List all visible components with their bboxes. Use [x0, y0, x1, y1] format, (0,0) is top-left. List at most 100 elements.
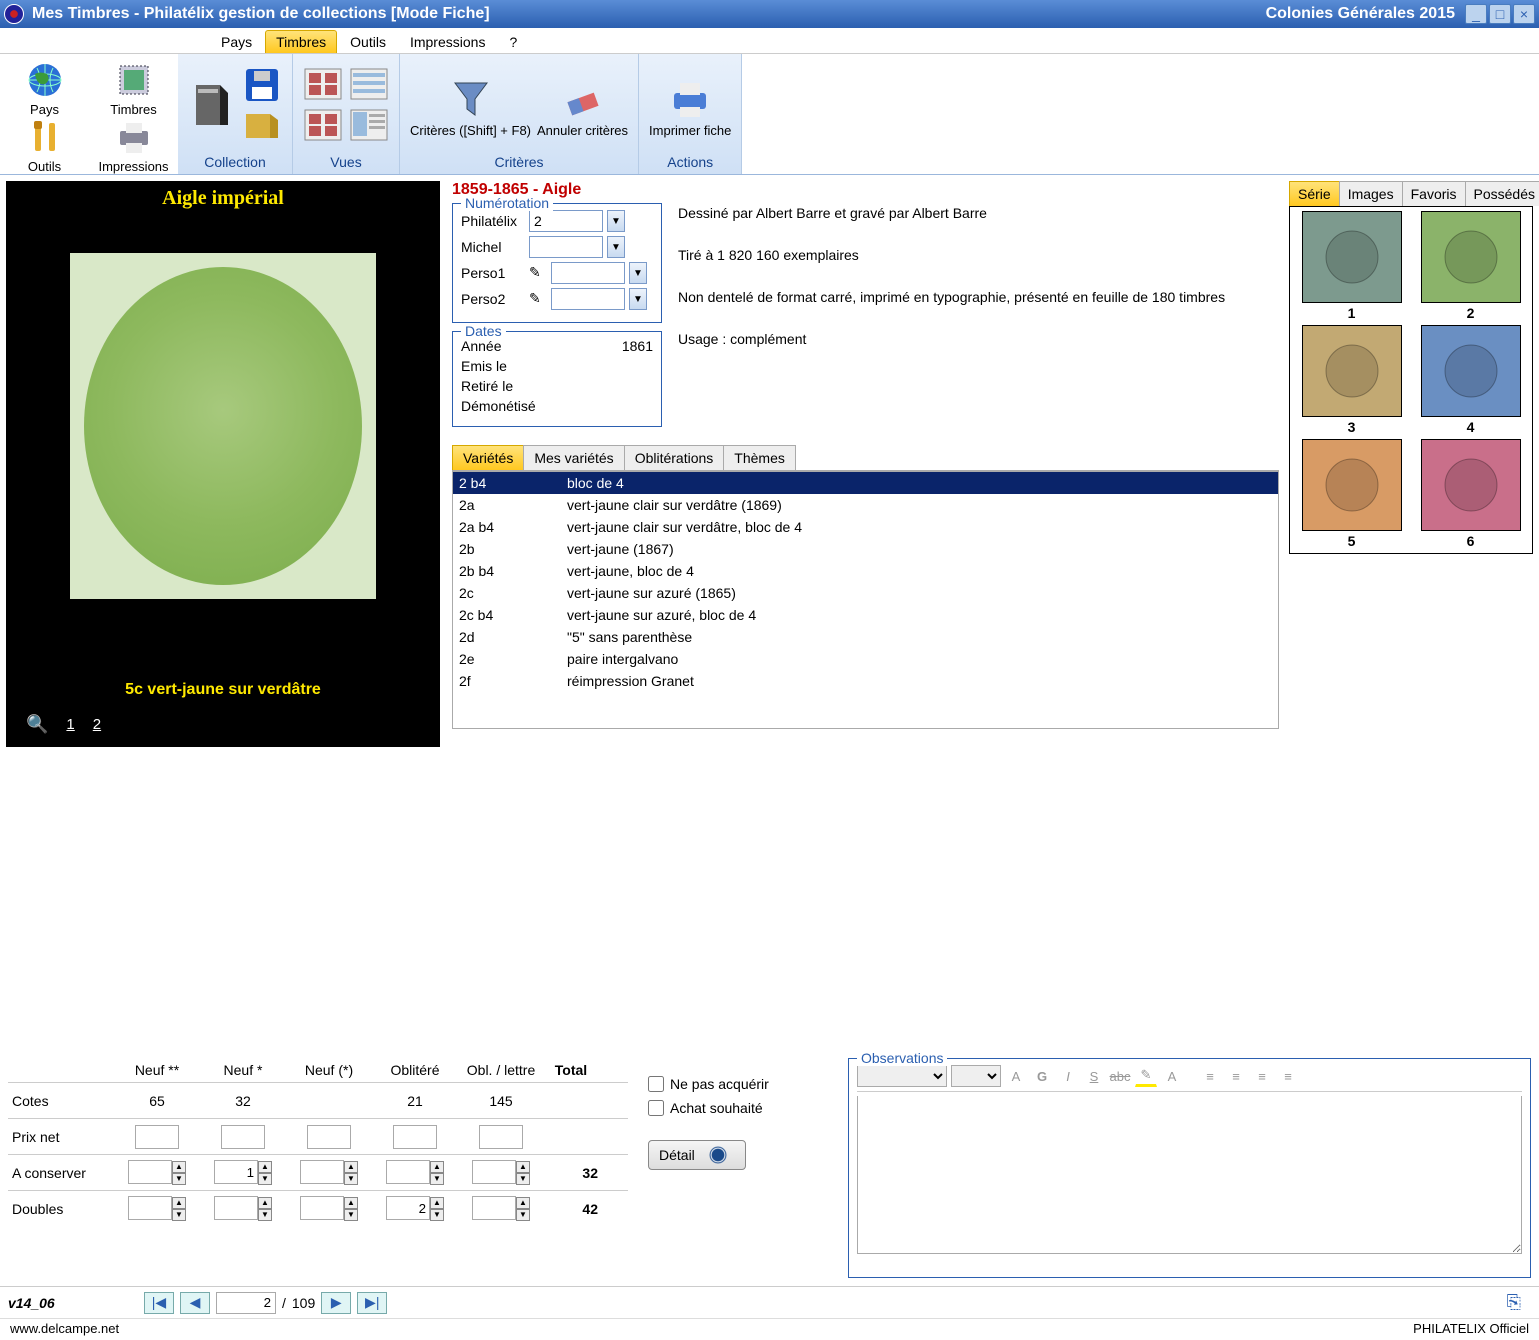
variety-row[interactable]: 2cvert-jaune sur azuré (1865) — [453, 582, 1278, 604]
ribbon-collection-btn1[interactable] — [188, 77, 236, 136]
thumb-cell[interactable]: 1 — [1294, 211, 1409, 321]
ribbon-imprimer-btn[interactable]: Imprimer fiche — [649, 75, 731, 138]
stamp-page-1[interactable]: 1 — [66, 716, 74, 733]
check-achat-box[interactable] — [648, 1100, 664, 1116]
thumb-cell[interactable]: 5 — [1294, 439, 1409, 549]
obs-size-select[interactable] — [951, 1065, 1001, 1087]
value-input[interactable] — [300, 1196, 344, 1220]
subtab-varietes[interactable]: Variétés — [452, 445, 524, 470]
spin-up-icon[interactable]: ▲ — [430, 1197, 444, 1209]
spin-up-icon[interactable]: ▲ — [344, 1161, 358, 1173]
obs-strike-icon[interactable]: abc — [1109, 1065, 1131, 1087]
variety-row[interactable]: 2b b4vert-jaune, bloc de 4 — [453, 560, 1278, 582]
thumb-cell[interactable]: 3 — [1294, 325, 1409, 435]
variety-row[interactable]: 2d"5" sans parenthèse — [453, 626, 1278, 648]
nav-next-button[interactable]: ▶ — [321, 1292, 351, 1314]
minimize-button[interactable]: _ — [1465, 4, 1487, 24]
ribbon-vue-btn1[interactable] — [303, 67, 343, 104]
spin-down-icon[interactable]: ▼ — [172, 1209, 186, 1221]
menu-timbres[interactable]: Timbres — [265, 30, 337, 53]
spin-up-icon[interactable]: ▲ — [344, 1197, 358, 1209]
value-input[interactable] — [472, 1160, 516, 1184]
rtab-serie[interactable]: Série — [1289, 181, 1340, 206]
obs-font-select[interactable] — [857, 1065, 947, 1087]
value-input[interactable] — [393, 1125, 437, 1149]
rtab-images[interactable]: Images — [1339, 181, 1403, 206]
subtab-mesvarietes[interactable]: Mes variétés — [523, 445, 624, 470]
variety-row[interactable]: 2a b4vert-jaune clair sur verdâtre, bloc… — [453, 516, 1278, 538]
variety-row[interactable]: 2 b4bloc de 4 — [453, 472, 1278, 494]
nav-last-button[interactable]: ▶| — [357, 1292, 387, 1314]
value-input[interactable] — [386, 1160, 430, 1184]
rtab-possedes[interactable]: Possédés — [1465, 181, 1539, 206]
num-philatelix-input[interactable] — [529, 210, 603, 232]
nav-first-button[interactable]: |◀ — [144, 1292, 174, 1314]
spin-up-icon[interactable]: ▲ — [258, 1197, 272, 1209]
num-perso2-input[interactable] — [551, 288, 625, 310]
subtab-obliterations[interactable]: Oblitérations — [624, 445, 725, 470]
detail-button[interactable]: Détail — [648, 1140, 746, 1170]
left-timbres[interactable]: Timbres — [89, 60, 178, 117]
value-input[interactable] — [386, 1196, 430, 1220]
ribbon-annuler-btn[interactable]: Annuler critères — [537, 75, 628, 138]
dropdown-icon[interactable]: ▼ — [607, 236, 625, 258]
obs-align-center-icon[interactable]: ≡ — [1225, 1065, 1247, 1087]
spin-down-icon[interactable]: ▼ — [516, 1209, 530, 1221]
spin-up-icon[interactable]: ▲ — [172, 1161, 186, 1173]
obs-underline-icon[interactable]: S — [1083, 1065, 1105, 1087]
close-button[interactable]: × — [1513, 4, 1535, 24]
rtab-favoris[interactable]: Favoris — [1402, 181, 1466, 206]
value-input[interactable] — [214, 1196, 258, 1220]
spin-up-icon[interactable]: ▲ — [430, 1161, 444, 1173]
obs-bold-icon[interactable]: G — [1031, 1065, 1053, 1087]
left-outils[interactable]: Outils — [0, 117, 89, 174]
ribbon-save-btn[interactable] — [242, 67, 282, 106]
dropdown-icon[interactable]: ▼ — [607, 210, 625, 232]
variety-row[interactable]: 2bvert-jaune (1867) — [453, 538, 1278, 560]
magnifier-icon[interactable]: 🔍 — [26, 714, 48, 735]
menu-help[interactable]: ? — [498, 30, 528, 53]
obs-sizeup-icon[interactable]: A — [1005, 1065, 1027, 1087]
num-perso1-input[interactable] — [551, 262, 625, 284]
stamp-page-2[interactable]: 2 — [93, 716, 101, 733]
spin-down-icon[interactable]: ▼ — [516, 1173, 530, 1185]
spin-up-icon[interactable]: ▲ — [258, 1161, 272, 1173]
variety-row[interactable]: 2fréimpression Granet — [453, 670, 1278, 692]
obs-align-justify-icon[interactable]: ≡ — [1277, 1065, 1299, 1087]
spin-down-icon[interactable]: ▼ — [430, 1209, 444, 1221]
value-input[interactable] — [472, 1196, 516, 1220]
spin-down-icon[interactable]: ▼ — [258, 1209, 272, 1221]
thumb-cell[interactable]: 4 — [1413, 325, 1528, 435]
spin-down-icon[interactable]: ▼ — [344, 1209, 358, 1221]
spin-up-icon[interactable]: ▲ — [516, 1197, 530, 1209]
varieties-list[interactable]: 2 b4bloc de 42avert-jaune clair sur verd… — [452, 471, 1279, 729]
value-input[interactable] — [128, 1196, 172, 1220]
menu-impressions[interactable]: Impressions — [399, 30, 496, 53]
spin-down-icon[interactable]: ▼ — [430, 1173, 444, 1185]
pen-icon[interactable]: ✎ — [529, 290, 547, 308]
observations-text[interactable] — [857, 1096, 1522, 1254]
ribbon-vue-btn2[interactable] — [303, 108, 343, 145]
spin-up-icon[interactable]: ▲ — [172, 1197, 186, 1209]
value-input[interactable] — [135, 1125, 179, 1149]
left-impressions[interactable]: Impressions — [89, 117, 178, 174]
pen-icon[interactable]: ✎ — [529, 264, 547, 282]
variety-row[interactable]: 2c b4vert-jaune sur azuré, bloc de 4 — [453, 604, 1278, 626]
thumb-cell[interactable]: 6 — [1413, 439, 1528, 549]
nav-prev-button[interactable]: ◀ — [180, 1292, 210, 1314]
obs-italic-icon[interactable]: I — [1057, 1065, 1079, 1087]
value-input[interactable] — [307, 1125, 351, 1149]
ribbon-criteres-btn[interactable]: Critères ([Shift] + F8) — [410, 75, 531, 138]
exit-icon[interactable]: ⎘ — [1507, 1292, 1521, 1313]
menu-outils[interactable]: Outils — [339, 30, 397, 53]
obs-align-left-icon[interactable]: ≡ — [1199, 1065, 1221, 1087]
ribbon-collection-btn2[interactable] — [242, 110, 282, 145]
spin-up-icon[interactable]: ▲ — [516, 1161, 530, 1173]
maximize-button[interactable]: □ — [1489, 4, 1511, 24]
obs-align-right-icon[interactable]: ≡ — [1251, 1065, 1273, 1087]
value-input[interactable] — [221, 1125, 265, 1149]
subtab-themes[interactable]: Thèmes — [723, 445, 796, 470]
ribbon-vue-btn3[interactable] — [349, 67, 389, 104]
num-michel-input[interactable] — [529, 236, 603, 258]
variety-row[interactable]: 2avert-jaune clair sur verdâtre (1869) — [453, 494, 1278, 516]
